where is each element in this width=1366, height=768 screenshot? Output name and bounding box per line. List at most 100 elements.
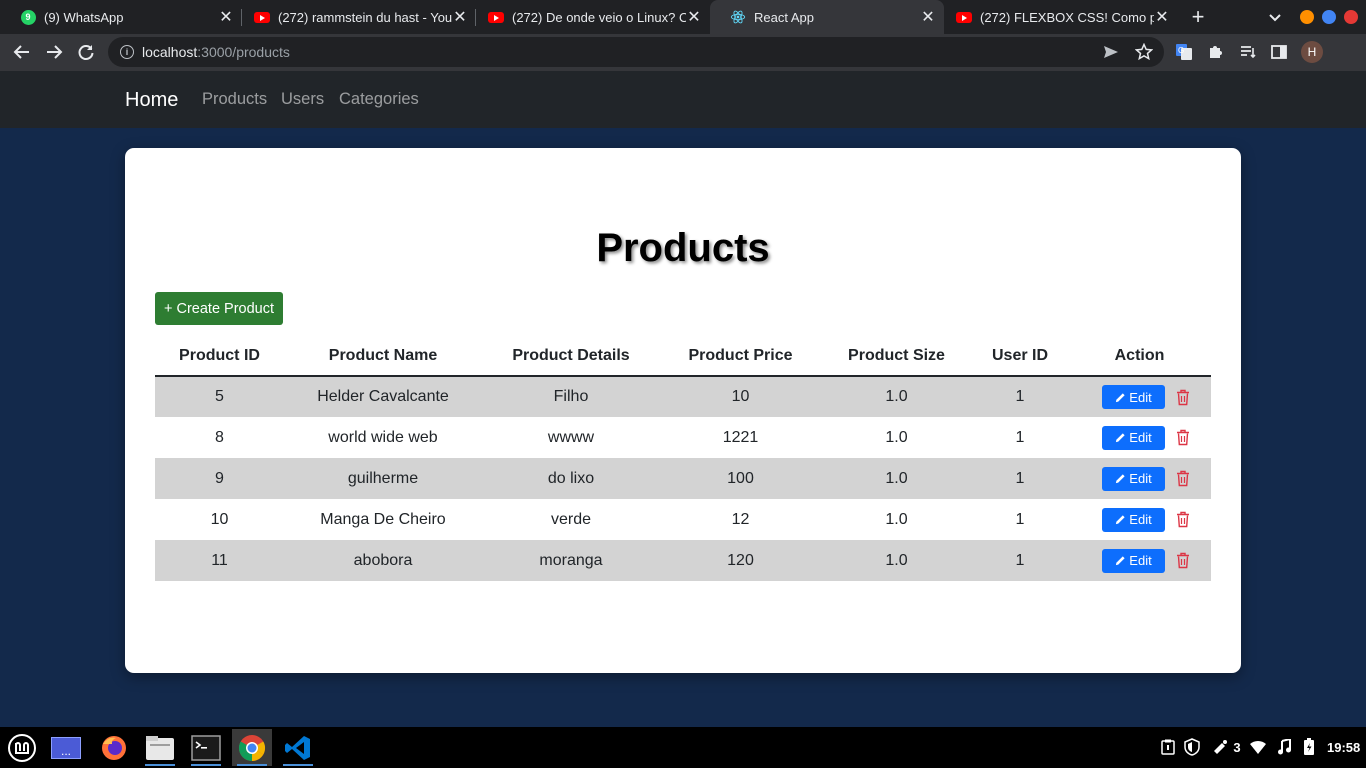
delete-trash-icon[interactable] (1175, 429, 1191, 447)
minimize-button[interactable] (1300, 10, 1314, 24)
tab-strip: 9 (9) WhatsApp ✕ (272) rammstein du hast… (0, 0, 1366, 34)
tab-title: React App (754, 9, 814, 25)
header-user-id: User ID (972, 336, 1068, 377)
mint-menu-icon[interactable] (2, 729, 42, 766)
cell-user-id: 1 (1015, 510, 1025, 528)
tab-title: (272) FLEXBOX CSS! Como p (980, 9, 1154, 25)
translate-icon[interactable]: G (1173, 41, 1195, 63)
edit-button[interactable]: Edit (1102, 425, 1165, 450)
header-product-price: Product Price (660, 336, 821, 377)
close-tab-icon[interactable]: ✕ (1154, 7, 1170, 27)
cell-product-name: guilherme (284, 458, 482, 499)
cell-product-size: 1.0 (821, 458, 972, 499)
chrome-icon[interactable] (232, 729, 272, 766)
cell-product-name: world wide web (328, 428, 438, 446)
cell-product-id: 5 (155, 376, 284, 417)
reload-icon[interactable] (74, 40, 98, 64)
cell-user-id: 1 (972, 458, 1068, 499)
edit-button[interactable]: Edit (1102, 548, 1165, 573)
products-table: Product ID Product Name Product Details … (155, 336, 1211, 581)
products-card: Products + Create Product Product ID Pro… (125, 148, 1241, 673)
cell-product-name: Helder Cavalcante (284, 376, 482, 417)
clock: 19:58 (1327, 740, 1361, 755)
url-text: localhost:3000/products (142, 44, 290, 60)
edit-button[interactable]: Edit (1102, 507, 1165, 532)
cell-product-size: 1.0 (821, 376, 972, 417)
cell-user-id: 1 (972, 540, 1068, 581)
music-note-icon[interactable] (1275, 737, 1293, 757)
maximize-button[interactable] (1322, 10, 1336, 24)
header-product-size: Product Size (821, 336, 972, 377)
close-window-button[interactable] (1344, 10, 1358, 24)
close-tab-icon[interactable]: ✕ (452, 7, 468, 27)
clipboard-icon[interactable] (1159, 737, 1177, 757)
svg-text:G: G (1178, 46, 1184, 55)
extensions-puzzle-icon[interactable] (1205, 41, 1227, 63)
close-tab-icon[interactable]: ✕ (218, 7, 234, 27)
site-info-icon[interactable]: i (120, 45, 134, 59)
workspace-icon[interactable]: ... (46, 729, 86, 766)
cell-product-id: 8 (215, 428, 224, 446)
edit-button[interactable]: Edit (1102, 385, 1165, 409)
terminal-icon[interactable] (186, 729, 226, 766)
battery-icon[interactable] (1300, 737, 1318, 757)
tab-react-app[interactable]: React App ✕ (710, 0, 944, 34)
cell-product-id: 9 (155, 458, 284, 499)
tab-title: (272) De onde veio o Linux? O (512, 9, 686, 25)
nav-link-users[interactable]: Users (281, 90, 324, 109)
edit-button[interactable]: Edit (1102, 466, 1165, 491)
create-product-button[interactable]: + Create Product (155, 292, 284, 325)
browser-toolbar: i localhost:3000/products G (0, 34, 1366, 71)
cell-action: Edit (1068, 499, 1211, 540)
nav-link-products[interactable]: Products (202, 90, 267, 109)
bookmark-star-icon[interactable] (1133, 41, 1155, 63)
tab-youtube-rammstein[interactable]: (272) rammstein du hast - You ✕ (234, 0, 476, 34)
wifi-icon[interactable] (1249, 737, 1267, 757)
tab-youtube-flexbox[interactable]: (272) FLEXBOX CSS! Como p ✕ (936, 0, 1178, 34)
vscode-icon[interactable] (278, 729, 318, 766)
delete-trash-icon[interactable] (1175, 388, 1191, 406)
header-product-id: Product ID (155, 336, 284, 377)
tab-youtube-linux[interactable]: (272) De onde veio o Linux? O ✕ (468, 0, 710, 34)
cell-product-details: Filho (482, 376, 660, 417)
new-tab-button[interactable]: + (1186, 5, 1210, 29)
nav-brand-home[interactable]: Home (125, 89, 178, 112)
side-panel-icon[interactable] (1268, 41, 1290, 63)
cell-product-size: 1.0 (885, 510, 908, 528)
send-icon[interactable] (1100, 41, 1122, 63)
cell-user-id: 1 (1015, 428, 1025, 446)
pencil-icon (1116, 515, 1125, 525)
react-icon (730, 9, 746, 25)
table-header-row: Product ID Product Name Product Details … (155, 336, 1211, 377)
pencil-icon (1116, 392, 1125, 402)
cell-product-id: 11 (155, 540, 284, 581)
table-row: 8 world wide web wwww 1221 1.0 1 Edit (155, 417, 1211, 458)
reading-list-icon[interactable] (1237, 41, 1259, 63)
firefox-icon[interactable] (94, 729, 134, 766)
pencil-icon (1116, 433, 1125, 443)
notification-icon[interactable] (1211, 737, 1229, 757)
edit-label: Edit (1129, 512, 1152, 527)
edit-label: Edit (1129, 471, 1152, 486)
delete-trash-icon[interactable] (1175, 470, 1191, 488)
delete-trash-icon[interactable] (1175, 511, 1191, 529)
close-tab-icon[interactable]: ✕ (920, 7, 936, 27)
tab-search-chevron-icon[interactable] (1266, 8, 1284, 31)
shield-icon[interactable] (1183, 737, 1201, 757)
profile-avatar[interactable]: H (1301, 41, 1323, 63)
youtube-icon (254, 9, 270, 25)
app-navbar: Home Products Users Categories (0, 71, 1366, 128)
forward-arrow-icon[interactable] (42, 40, 66, 64)
close-tab-icon[interactable]: ✕ (686, 7, 702, 27)
delete-trash-icon[interactable] (1175, 552, 1191, 570)
tab-whatsapp[interactable]: 9 (9) WhatsApp ✕ (0, 0, 242, 34)
cell-product-details: moranga (482, 540, 660, 581)
page-title: Products (596, 226, 770, 270)
files-icon[interactable] (140, 729, 180, 766)
youtube-icon (956, 9, 972, 25)
back-arrow-icon[interactable] (10, 40, 34, 64)
nav-link-categories[interactable]: Categories (339, 90, 419, 109)
cell-product-price: 100 (660, 458, 821, 499)
cell-user-id: 1 (972, 376, 1068, 417)
address-bar[interactable]: i localhost:3000/products (108, 37, 1164, 67)
